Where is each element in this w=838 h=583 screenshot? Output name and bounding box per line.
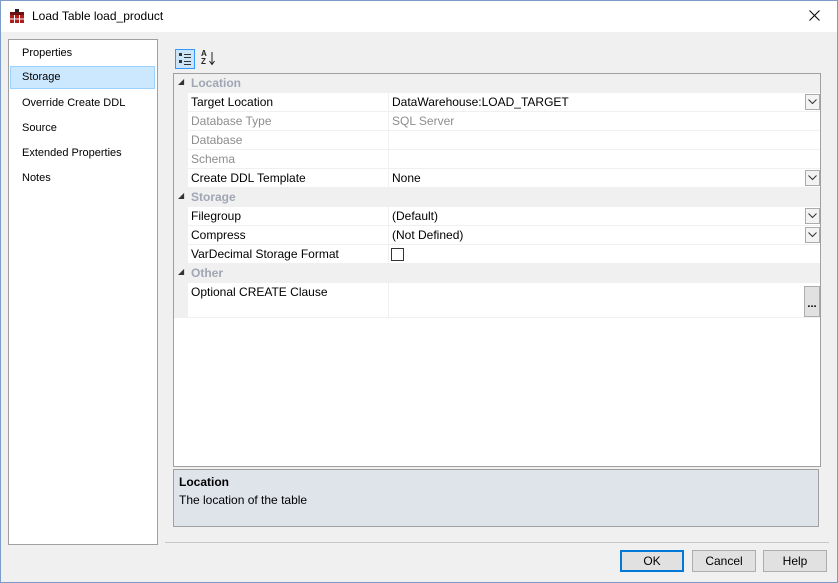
ok-button[interactable]: OK [620, 550, 684, 572]
property-row-compress[interactable]: Compress (Not Defined) [174, 226, 820, 245]
property-row-database[interactable]: Database [174, 131, 820, 150]
close-button[interactable] [791, 1, 837, 32]
sort-alphabetical-icon: A Z [201, 50, 207, 66]
description-text: The location of the table [179, 493, 308, 507]
property-name: VarDecimal Storage Format [191, 247, 339, 261]
chevron-down-icon [808, 232, 817, 238]
property-name: Target Location [191, 95, 274, 109]
property-row-optional-create-clause[interactable]: Optional CREATE Clause ... [174, 283, 820, 318]
property-value[interactable]: None [392, 171, 421, 185]
property-value[interactable]: (Not Defined) [392, 228, 463, 242]
category-other[interactable]: ◢ Other [174, 264, 820, 283]
nav-item-extended-properties[interactable]: Extended Properties [10, 142, 155, 165]
property-name: Create DDL Template [191, 171, 306, 185]
collapse-icon[interactable]: ◢ [178, 267, 184, 276]
property-name: Filegroup [191, 209, 242, 223]
category-storage[interactable]: ◢ Storage [174, 188, 820, 207]
divider [165, 542, 829, 543]
collapse-icon[interactable]: ◢ [178, 191, 184, 200]
nav-item-storage[interactable]: Storage [10, 66, 155, 89]
category-label: Location [191, 76, 241, 90]
property-name: Compress [191, 228, 246, 242]
property-value[interactable]: DataWarehouse:LOAD_TARGET [392, 95, 569, 109]
property-row-target-location[interactable]: Target Location DataWarehouse:LOAD_TARGE… [174, 93, 820, 112]
property-grid: ◢ Location Target Location DataWarehouse… [173, 73, 821, 467]
property-row-filegroup[interactable]: Filegroup (Default) [174, 207, 820, 226]
dropdown-button[interactable] [805, 227, 820, 243]
category-label: Storage [191, 190, 236, 204]
chevron-down-icon [808, 99, 817, 105]
cancel-button[interactable]: Cancel [692, 550, 756, 572]
dropdown-button[interactable] [805, 94, 820, 110]
property-name: Schema [191, 152, 236, 166]
dropdown-button[interactable] [805, 208, 820, 224]
description-title: Location [179, 475, 229, 489]
category-location[interactable]: ◢ Location [174, 74, 820, 93]
title-bar: Load Table load_product [1, 1, 837, 32]
collapse-icon[interactable]: ◢ [178, 77, 184, 86]
table-icon [10, 9, 24, 23]
chevron-down-icon [808, 213, 817, 219]
category-label: Other [191, 266, 224, 280]
sort-arrow-icon [209, 52, 215, 66]
nav-item-notes[interactable]: Notes [10, 167, 155, 190]
property-row-create-ddl-template[interactable]: Create DDL Template None [174, 169, 820, 188]
property-name: Optional CREATE Clause [191, 285, 328, 299]
nav-item-override-create-ddl[interactable]: Override Create DDL [10, 92, 155, 115]
chevron-down-icon [808, 175, 817, 181]
description-panel: Location The location of the table [173, 469, 819, 527]
nav-item-properties[interactable]: Properties [10, 42, 155, 65]
close-icon [808, 9, 820, 24]
ellipsis-button[interactable]: ... [804, 286, 820, 317]
property-row-vardecimal[interactable]: VarDecimal Storage Format [174, 245, 820, 264]
alphabetical-sort-button[interactable]: A Z [198, 49, 218, 69]
help-button[interactable]: Help [763, 550, 827, 572]
load-table-dialog: Load Table load_product Properties Stora… [0, 0, 838, 583]
section-list: Properties Storage Override Create DDL S… [8, 39, 158, 545]
property-value: SQL Server [392, 114, 455, 128]
property-row-schema[interactable]: Schema [174, 150, 820, 169]
vardecimal-checkbox[interactable] [391, 248, 404, 261]
sort-letter-z: Z [201, 57, 206, 66]
property-value[interactable]: (Default) [392, 209, 438, 223]
window-title: Load Table load_product [32, 9, 164, 23]
property-name: Database [191, 133, 243, 147]
property-name: Database Type [191, 114, 272, 128]
nav-item-source[interactable]: Source [10, 117, 155, 140]
dropdown-button[interactable] [805, 170, 820, 186]
property-row-database-type[interactable]: Database Type SQL Server [174, 112, 820, 131]
categorized-view-button[interactable] [175, 49, 195, 69]
